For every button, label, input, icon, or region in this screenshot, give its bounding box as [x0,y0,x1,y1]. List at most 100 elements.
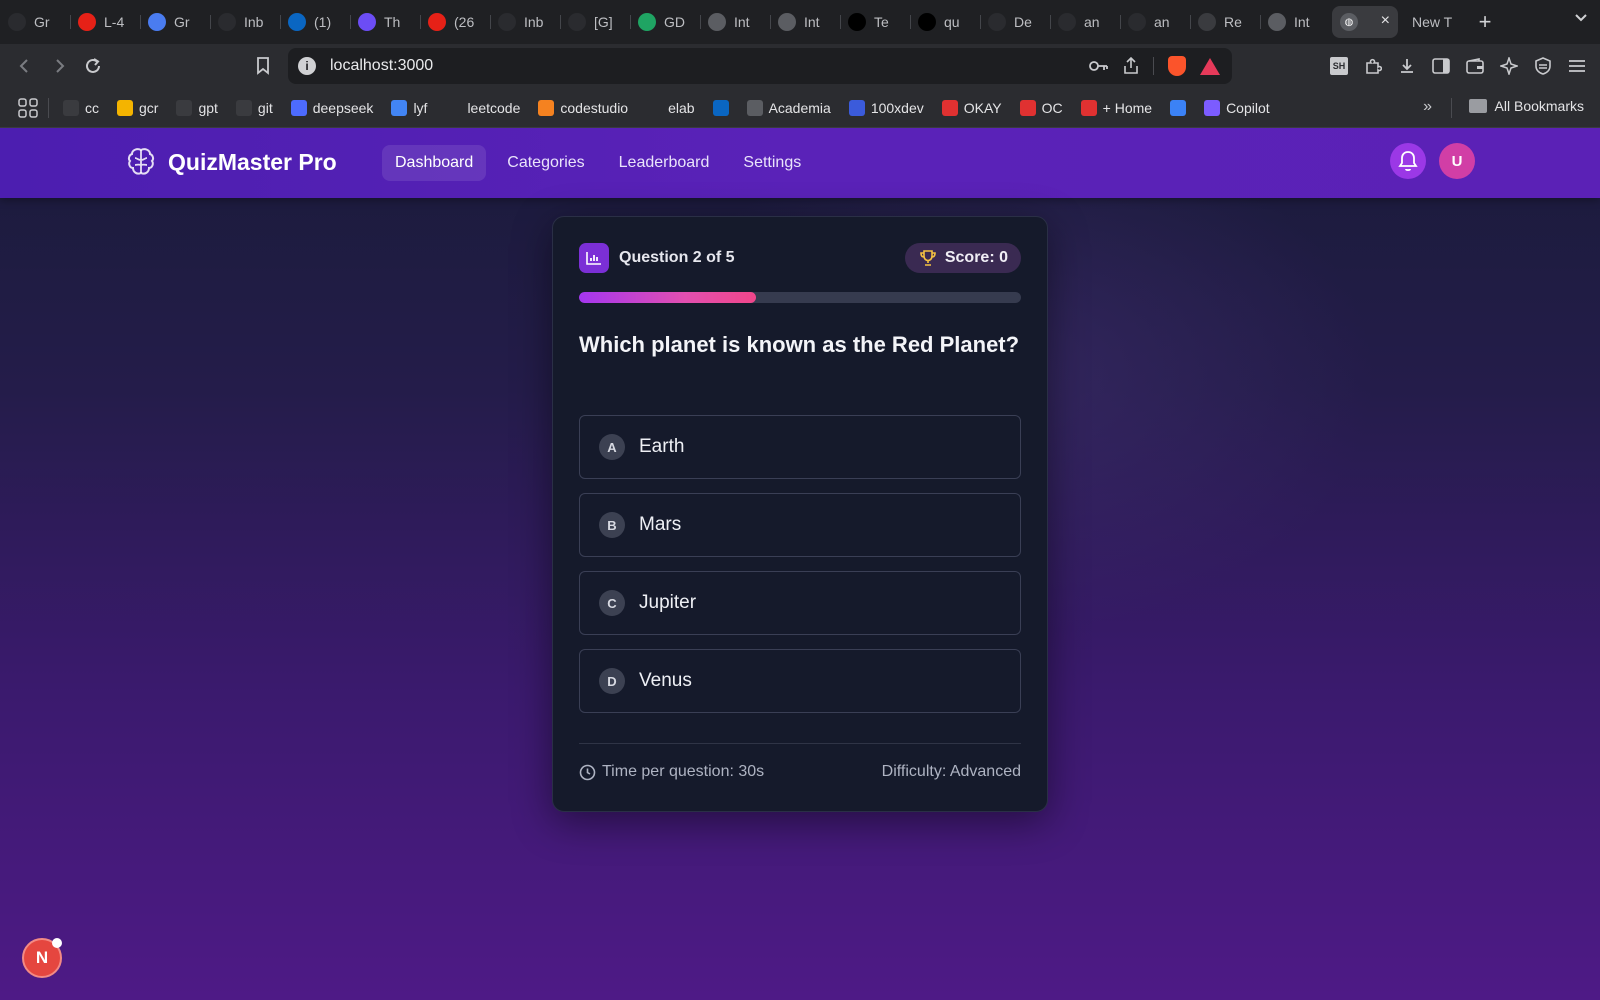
question-counter-text: Question 2 of 5 [619,249,735,266]
bookmark-item[interactable]: git [235,99,273,116]
bookmark-item[interactable]: deepseek [290,99,373,116]
bookmark-label: cc [85,99,99,116]
browser-tab[interactable]: Int [700,6,770,38]
downloads-button[interactable] [1390,49,1424,83]
bookmark-item[interactable]: gpt [176,99,218,116]
browser-tab-strip: Gr L-4 Gr Inb (1) Th (26 Inb [G] GD Int Int Te qu De an… [0,0,1600,44]
option-text: Mars [639,514,682,535]
tab-title: qu [944,14,960,30]
back-button[interactable] [8,49,42,83]
browser-tab-new[interactable]: New T [1398,6,1468,38]
answer-option-b[interactable]: B Mars [579,493,1021,557]
site-info-icon[interactable]: i [298,57,316,75]
answer-option-c[interactable]: C Jupiter [579,571,1021,635]
linkedin-icon [288,13,306,31]
nav-leaderboard[interactable]: Leaderboard [606,145,723,181]
drive-icon [638,13,656,31]
bookmark-item[interactable] [712,99,729,116]
browser-tab[interactable]: (1) [280,6,350,38]
gmail-icon [498,13,516,31]
bookmark-item[interactable] [1170,99,1187,116]
reload-button[interactable] [76,49,110,83]
browser-tab[interactable]: [G] [560,6,630,38]
new-tab-button[interactable]: + [1468,6,1502,38]
brave-rewards-icon[interactable] [1200,57,1220,75]
github-icon [235,99,252,116]
bookmark-item[interactable]: codestudio [538,99,628,116]
browser-tab[interactable]: Inb [490,6,560,38]
bookmark-label: leetcode [467,99,521,116]
option-text: Jupiter [639,592,697,613]
bookmark-item[interactable]: lyf [391,99,427,116]
leo-ai-button[interactable] [1492,49,1526,83]
nav-categories[interactable]: Categories [494,145,597,181]
bookmark-item[interactable]: OC [1019,99,1063,116]
trophy-icon [920,250,936,266]
bookmark-app-icon [1170,99,1187,116]
share-icon[interactable] [1123,57,1139,75]
bookmark-item[interactable]: Academia [746,99,831,116]
option-text: Venus [639,670,692,691]
browser-tab[interactable]: Te [840,6,910,38]
option-letter: D [599,668,625,694]
github-icon [1058,13,1076,31]
browser-tab[interactable]: an [1050,6,1120,38]
sh-extension-icon: SH [1330,57,1348,75]
puzzle-icon [1366,58,1382,74]
key-icon[interactable] [1089,59,1109,73]
user-avatar[interactable]: U [1439,143,1475,179]
bookmark-label: elab [668,99,695,116]
apps-grid-icon[interactable] [18,97,38,118]
nav-settings[interactable]: Settings [730,145,814,181]
browser-toolbar: i localhost:3000 SH [0,44,1600,88]
notifications-button[interactable] [1390,143,1426,179]
main-nav: Dashboard Categories Leaderboard Setting… [382,145,814,181]
browser-tab[interactable]: (26 [420,6,490,38]
bookmark-label: OC [1041,99,1063,116]
browser-tab[interactable]: qu [910,6,980,38]
bookmark-item[interactable]: gcr [117,99,158,116]
bar-chart-icon [579,243,609,273]
browser-tab[interactable]: Gr [0,6,70,38]
wallet-button[interactable] [1458,49,1492,83]
brand[interactable]: QuizMaster Pro [124,145,337,179]
tab-search-chevron-icon[interactable] [1574,10,1588,26]
menu-button[interactable] [1560,49,1594,83]
browser-tab[interactable]: GD [630,6,700,38]
answer-option-d[interactable]: D Venus [579,649,1021,713]
address-url[interactable]: localhost:3000 [330,57,433,75]
browser-tab[interactable]: Int [770,6,840,38]
browser-tab-active[interactable]: ◍ × [1332,6,1398,38]
browser-tab[interactable]: Th [350,6,420,38]
bookmark-page-button[interactable] [246,49,280,83]
close-tab-icon[interactable]: × [1381,12,1390,30]
browser-tab[interactable]: an [1120,6,1190,38]
browser-tab[interactable]: Inb [210,6,280,38]
sh-extension-button[interactable]: SH [1322,49,1356,83]
bookmark-item[interactable]: 100xdev [848,99,924,116]
bookmark-item[interactable]: leetcode [445,99,521,116]
browser-tab[interactable]: Gr [140,6,210,38]
extensions-button[interactable] [1356,49,1390,83]
forward-button[interactable] [42,49,76,83]
address-bar[interactable]: i localhost:3000 [288,48,1232,84]
nav-dashboard[interactable]: Dashboard [382,145,487,181]
quiz-progress-bar [579,292,1021,303]
browser-tab[interactable]: L-4 [70,6,140,38]
all-bookmarks-button[interactable]: All Bookmarks [1468,98,1584,114]
browser-tab[interactable]: Re [1190,6,1260,38]
bookmark-item[interactable]: cc [63,99,99,116]
vpn-button[interactable] [1526,49,1560,83]
bookmark-item[interactable]: Copilot [1204,99,1270,116]
bookmark-label: Copilot [1226,99,1270,116]
browser-tab[interactable]: De [980,6,1050,38]
globe-icon [1268,13,1286,31]
answer-option-a[interactable]: A Earth [579,415,1021,479]
bookmark-item[interactable]: + Home [1080,99,1152,116]
sidebar-button[interactable] [1424,49,1458,83]
bookmark-item[interactable]: elab [646,99,695,116]
bookmark-item[interactable]: OKAY [941,99,1002,116]
brave-shields-icon[interactable] [1168,56,1186,76]
browser-tab[interactable]: Int [1260,6,1330,38]
bookmarks-overflow-icon[interactable]: » [1423,98,1432,116]
